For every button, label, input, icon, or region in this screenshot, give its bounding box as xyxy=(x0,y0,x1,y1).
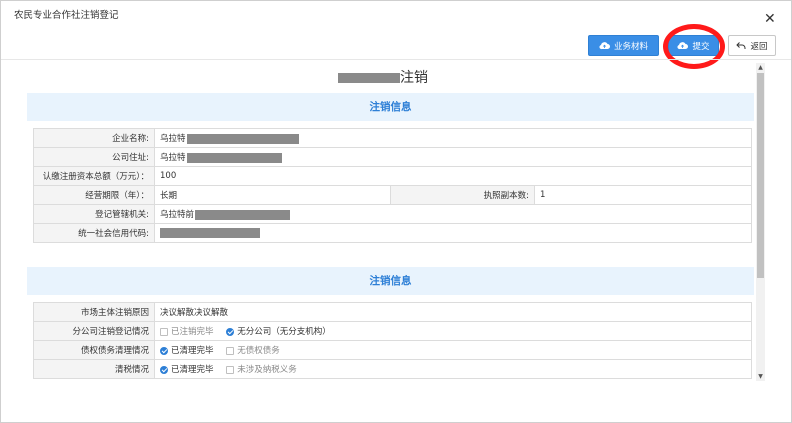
liquidation-label: 清税情况 xyxy=(33,359,155,379)
cancel-info-table: 市场主体注销原因 决议解散决议解散 分公司注销登记情况 已注销完毕 无分公司（无… xyxy=(33,302,752,379)
redacted-name xyxy=(338,73,400,83)
toolbar-divider xyxy=(1,59,791,60)
checkbox-checked[interactable] xyxy=(160,365,168,374)
close-icon[interactable]: ✕ xyxy=(764,12,776,26)
debt-option-none[interactable]: 无债权债务 xyxy=(226,344,280,356)
dialog-title: 农民专业合作社注销登记 xyxy=(14,10,119,21)
credit-code-value xyxy=(153,223,753,243)
scroll-up-arrow-icon[interactable]: ▲ xyxy=(756,63,765,72)
branch-option-none[interactable]: 无分公司（无分支机构） xyxy=(226,325,331,337)
scroll-down-arrow-icon[interactable]: ▼ xyxy=(756,372,765,381)
debt-options: 已清理完毕 无债权债务 xyxy=(154,340,752,360)
business-materials-button[interactable]: 业务材料 xyxy=(588,35,659,56)
checkbox-checked[interactable] xyxy=(160,346,168,355)
company-name-label: 企业名称: xyxy=(33,128,155,148)
scrollbar-thumb[interactable] xyxy=(757,73,764,278)
checkbox-unchecked[interactable] xyxy=(160,327,168,336)
checkbox-checked[interactable] xyxy=(226,327,235,336)
debt-option-cleared[interactable]: 已清理完毕 xyxy=(160,344,214,356)
section-header-cancel: 注销信息 xyxy=(27,267,754,295)
dialog-titlebar: 农民专业合作社注销登记 ✕ xyxy=(1,1,791,27)
liquidation-option-cleared[interactable]: 已清理完毕 xyxy=(160,363,214,375)
copies-label: 执照副本数: xyxy=(390,185,535,205)
section-header-basic: 注销信息 xyxy=(27,93,754,121)
authority-label: 登记管辖机关: xyxy=(33,204,155,224)
copies-value: 1 xyxy=(533,185,753,205)
branch-options: 已注销完毕 无分公司（无分支机构） xyxy=(154,321,752,341)
checkbox-unchecked[interactable] xyxy=(226,365,235,374)
table-row: 统一社会信用代码: xyxy=(33,223,753,243)
table-row: 认缴注册资本总额（万元）： 100 xyxy=(33,166,753,186)
checkbox-unchecked[interactable] xyxy=(226,346,235,355)
cloud-upload-icon xyxy=(599,42,610,50)
address-value: 乌拉特 xyxy=(153,147,753,167)
table-row: 债权债务清理情况 已清理完毕 无债权债务 xyxy=(33,340,752,360)
business-materials-label: 业务材料 xyxy=(613,41,648,52)
authority-value: 乌拉特前 xyxy=(153,204,753,224)
liquidation-option-none[interactable]: 未涉及纳税义务 xyxy=(226,363,297,375)
company-name-value: 乌拉特 xyxy=(153,128,753,148)
debt-label: 债权债务清理情况 xyxy=(33,340,155,360)
vertical-scrollbar[interactable]: ▲ ▼ xyxy=(756,63,765,381)
cancellation-dialog: 农民专业合作社注销登记 ✕ 业务材料 提交 返回 注销 注销信息 企业名称: 乌… xyxy=(0,0,792,423)
table-row: 企业名称: 乌拉特 xyxy=(33,128,753,148)
table-row: 经营期限（年）： 长期 执照副本数: 1 xyxy=(33,185,753,205)
table-row: 清税情况 已清理完毕 未涉及纳税义务 xyxy=(33,359,752,379)
page-heading-suffix: 注销 xyxy=(400,70,428,86)
form-content: 注销 注销信息 企业名称: 乌拉特 公司住址: 乌拉特 认缴注册资本总额（万元）… xyxy=(11,63,755,381)
capital-label: 认缴注册资本总额（万元）： xyxy=(33,166,155,186)
table-row: 分公司注销登记情况 已注销完毕 无分公司（无分支机构） xyxy=(33,321,752,341)
reason-value: 决议解散决议解散 xyxy=(154,302,752,322)
table-row: 公司住址: 乌拉特 xyxy=(33,147,753,167)
table-row: 市场主体注销原因 决议解散决议解散 xyxy=(33,302,752,322)
reason-label: 市场主体注销原因 xyxy=(33,302,155,322)
branch-option-cancelled[interactable]: 已注销完毕 xyxy=(160,325,214,337)
back-button[interactable]: 返回 xyxy=(728,35,776,56)
undo-arrow-icon xyxy=(736,42,746,49)
term-label: 经营期限（年）： xyxy=(33,185,155,205)
credit-code-label: 统一社会信用代码: xyxy=(33,223,155,243)
branch-label: 分公司注销登记情况 xyxy=(33,321,155,341)
capital-value: 100 xyxy=(153,166,753,186)
liquidation-options: 已清理完毕 未涉及纳税义务 xyxy=(154,359,752,379)
basic-info-table: 企业名称: 乌拉特 公司住址: 乌拉特 认缴注册资本总额（万元）： 100 经营… xyxy=(33,128,753,243)
address-label: 公司住址: xyxy=(33,147,155,167)
table-row: 登记管辖机关: 乌拉特前 xyxy=(33,204,753,224)
term-value: 长期 xyxy=(154,185,391,205)
back-label: 返回 xyxy=(750,41,768,52)
page-heading: 注销 xyxy=(11,67,755,87)
